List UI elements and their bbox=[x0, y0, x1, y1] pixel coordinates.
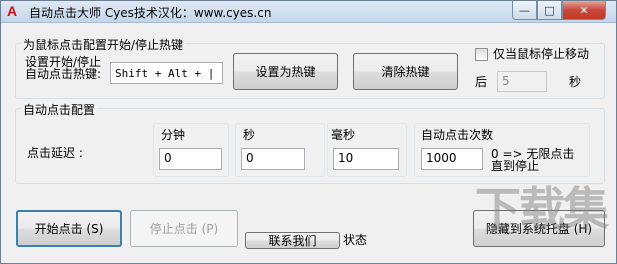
minutes-input[interactable]: 0 bbox=[159, 148, 222, 170]
hotkey-group-title: 为鼠标点击配置开始/停止热键 bbox=[21, 36, 186, 53]
hide-to-tray-button[interactable]: 隐藏到系统托盘 (H) bbox=[473, 210, 605, 247]
click-count-input[interactable]: 1000 bbox=[421, 148, 483, 170]
status-label: 状态 bbox=[343, 233, 368, 247]
hotkey-input[interactable]: Shift + Alt + | bbox=[110, 62, 223, 84]
minutes-label: 分钟 bbox=[161, 128, 186, 142]
stop-seconds-unit: 秒 bbox=[569, 75, 582, 89]
maximize-button[interactable]: □ bbox=[537, 1, 562, 20]
click-count-hint-line2: 直到停止 bbox=[491, 159, 540, 173]
hotkey-label-line2: 自动点击热键: bbox=[25, 67, 102, 81]
start-clicking-button[interactable]: 开始点击 (S) bbox=[16, 210, 122, 247]
contact-us-button[interactable]: 联系我们 bbox=[245, 232, 340, 249]
click-delay-label: 点击延迟 : bbox=[27, 146, 83, 160]
window-title: 自动点击大师 Cyes技术汉化：www.cyes.cn bbox=[29, 6, 272, 20]
app-window: A 自动点击大师 Cyes技术汉化：www.cyes.cn — □ ✕ 为鼠标点… bbox=[0, 0, 617, 264]
title-bar: A 自动点击大师 Cyes技术汉化：www.cyes.cn — □ ✕ bbox=[1, 1, 616, 23]
seconds-input[interactable]: 0 bbox=[241, 148, 305, 170]
only-when-stopped-checkbox[interactable] bbox=[475, 48, 488, 61]
only-when-stopped-label: 仅当鼠标停止移动 bbox=[493, 47, 590, 61]
minimize-button[interactable]: — bbox=[512, 1, 537, 20]
click-config-group-title: 自动点击配置 bbox=[21, 101, 98, 118]
milliseconds-input[interactable]: 10 bbox=[333, 148, 399, 170]
app-logo-icon: A bbox=[7, 3, 18, 19]
close-button[interactable]: ✕ bbox=[562, 1, 606, 20]
stop-clicking-button[interactable]: 停止点击 (P) bbox=[130, 210, 238, 247]
close-icon: ✕ bbox=[579, 3, 589, 17]
milliseconds-label: 毫秒 bbox=[331, 128, 356, 142]
stop-seconds-input[interactable]: 5 bbox=[497, 71, 547, 92]
seconds-label: 秒 bbox=[243, 128, 256, 142]
clear-hotkey-button[interactable]: 清除热键 bbox=[353, 53, 458, 90]
minimize-icon: — bbox=[519, 3, 530, 17]
after-label: 后 bbox=[475, 75, 488, 89]
maximize-icon: □ bbox=[544, 3, 555, 17]
click-count-label: 自动点击次数 bbox=[421, 128, 494, 142]
set-hotkey-button[interactable]: 设置为热键 bbox=[233, 53, 338, 90]
